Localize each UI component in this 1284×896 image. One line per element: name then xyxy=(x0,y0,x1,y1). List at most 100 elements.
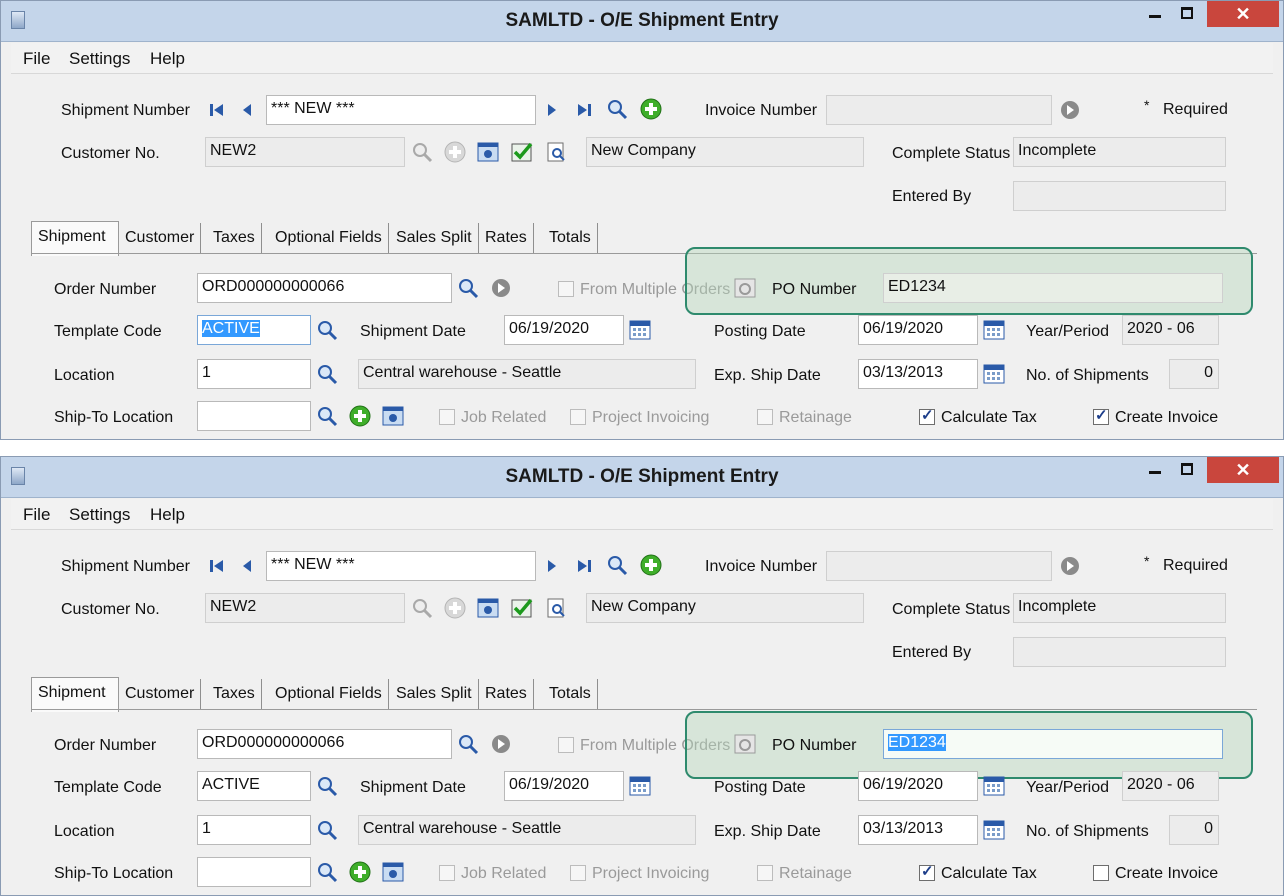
close-button[interactable]: ✕ xyxy=(1207,457,1279,483)
next-record-icon[interactable] xyxy=(541,99,563,121)
location-search-icon[interactable] xyxy=(316,363,338,385)
customer-info-icon[interactable] xyxy=(477,141,499,163)
job-related-checkbox[interactable] xyxy=(439,409,455,425)
ship-to-search-icon[interactable] xyxy=(316,861,338,883)
customer-check-icon[interactable] xyxy=(511,141,533,163)
order-search-icon[interactable] xyxy=(457,733,479,755)
tab-taxes[interactable]: Taxes xyxy=(207,223,262,253)
maximize-button[interactable] xyxy=(1173,457,1201,481)
tab-sales-split[interactable]: Sales Split xyxy=(390,223,479,253)
posting-date-input[interactable]: 06/19/2020 xyxy=(858,315,978,345)
customer-document-icon[interactable] xyxy=(545,141,567,163)
title-bar[interactable]: SAMLTD - O/E Shipment Entry ✕ xyxy=(1,1,1283,42)
exp-ship-date-input[interactable]: 03/13/2013 xyxy=(858,359,978,389)
customer-search-icon[interactable] xyxy=(411,141,433,163)
calendar-icon[interactable] xyxy=(983,319,1005,341)
create-invoice-checkbox[interactable] xyxy=(1093,865,1109,881)
po-number-input[interactable]: ED1234 xyxy=(883,729,1223,759)
tab-totals[interactable]: Totals xyxy=(543,679,598,709)
tab-optional-fields[interactable]: Optional Fields xyxy=(269,679,389,709)
shipment-date-input[interactable]: 06/19/2020 xyxy=(504,315,624,345)
calculate-tax-checkbox[interactable] xyxy=(919,862,935,881)
order-number-input[interactable]: ORD000000000066 xyxy=(197,729,452,759)
customer-add-icon[interactable] xyxy=(444,597,466,619)
search-icon[interactable] xyxy=(606,554,628,576)
previous-record-icon[interactable] xyxy=(236,99,258,121)
tab-taxes[interactable]: Taxes xyxy=(207,679,262,709)
location-input[interactable]: 1 xyxy=(197,359,311,389)
customer-add-icon[interactable] xyxy=(444,141,466,163)
calendar-icon[interactable] xyxy=(629,319,651,341)
menu-file[interactable]: File xyxy=(23,49,50,69)
tab-rates[interactable]: Rates xyxy=(479,679,534,709)
customer-check-icon[interactable] xyxy=(511,597,533,619)
po-zoom-icon[interactable] xyxy=(734,277,756,299)
last-record-icon[interactable] xyxy=(573,99,595,121)
location-search-icon[interactable] xyxy=(316,819,338,841)
shipment-number-input[interactable]: *** NEW *** xyxy=(266,95,536,125)
menu-help[interactable]: Help xyxy=(150,49,185,69)
shipment-number-input[interactable]: *** NEW *** xyxy=(266,551,536,581)
template-search-icon[interactable] xyxy=(316,319,338,341)
order-search-icon[interactable] xyxy=(457,277,479,299)
first-record-icon[interactable] xyxy=(206,555,228,577)
calendar-icon[interactable] xyxy=(629,775,651,797)
last-record-icon[interactable] xyxy=(573,555,595,577)
tab-customer[interactable]: Customer xyxy=(119,679,202,709)
template-search-icon[interactable] xyxy=(316,775,338,797)
customer-info-icon[interactable] xyxy=(477,597,499,619)
ship-to-add-icon[interactable] xyxy=(349,405,371,427)
add-new-icon[interactable] xyxy=(640,98,662,120)
tab-sales-split[interactable]: Sales Split xyxy=(390,679,479,709)
job-related-checkbox[interactable] xyxy=(439,865,455,881)
minimize-button[interactable] xyxy=(1141,457,1169,481)
minimize-button[interactable] xyxy=(1141,1,1169,25)
menu-settings[interactable]: Settings xyxy=(69,49,130,69)
exp-ship-date-input[interactable]: 03/13/2013 xyxy=(858,815,978,845)
ship-to-search-icon[interactable] xyxy=(316,405,338,427)
order-number-input[interactable]: ORD000000000066 xyxy=(197,273,452,303)
calendar-icon[interactable] xyxy=(983,819,1005,841)
previous-record-icon[interactable] xyxy=(236,555,258,577)
template-code-input[interactable]: ACTIVE xyxy=(197,315,311,345)
location-input[interactable]: 1 xyxy=(197,815,311,845)
retainage-checkbox[interactable] xyxy=(757,865,773,881)
go-arrow-icon[interactable] xyxy=(1059,555,1081,577)
from-multiple-orders-checkbox[interactable] xyxy=(558,737,574,753)
maximize-button[interactable] xyxy=(1173,1,1201,25)
next-record-icon[interactable] xyxy=(541,555,563,577)
search-icon[interactable] xyxy=(606,98,628,120)
from-multiple-orders-checkbox[interactable] xyxy=(558,281,574,297)
tab-shipment[interactable]: Shipment xyxy=(31,677,119,712)
tab-totals[interactable]: Totals xyxy=(543,223,598,253)
first-record-icon[interactable] xyxy=(206,99,228,121)
go-arrow-icon[interactable] xyxy=(1059,99,1081,121)
tab-optional-fields[interactable]: Optional Fields xyxy=(269,223,389,253)
ship-to-info-icon[interactable] xyxy=(382,405,404,427)
calendar-icon[interactable] xyxy=(983,363,1005,385)
ship-to-location-input[interactable] xyxy=(197,401,311,431)
tab-rates[interactable]: Rates xyxy=(479,223,534,253)
create-invoice-checkbox[interactable] xyxy=(1093,406,1109,425)
customer-document-icon[interactable] xyxy=(545,597,567,619)
tab-customer[interactable]: Customer xyxy=(119,223,202,253)
posting-date-input[interactable]: 06/19/2020 xyxy=(858,771,978,801)
ship-to-add-icon[interactable] xyxy=(349,861,371,883)
close-button[interactable]: ✕ xyxy=(1207,1,1279,27)
menu-settings[interactable]: Settings xyxy=(69,505,130,525)
ship-to-location-input[interactable] xyxy=(197,857,311,887)
calculate-tax-checkbox[interactable] xyxy=(919,406,935,425)
shipment-date-input[interactable]: 06/19/2020 xyxy=(504,771,624,801)
order-go-icon[interactable] xyxy=(490,733,512,755)
project-invoicing-checkbox[interactable] xyxy=(570,409,586,425)
po-zoom-icon[interactable] xyxy=(734,733,756,755)
template-code-input[interactable]: ACTIVE xyxy=(197,771,311,801)
ship-to-info-icon[interactable] xyxy=(382,861,404,883)
order-go-icon[interactable] xyxy=(490,277,512,299)
retainage-checkbox[interactable] xyxy=(757,409,773,425)
menu-help[interactable]: Help xyxy=(150,505,185,525)
customer-search-icon[interactable] xyxy=(411,597,433,619)
calendar-icon[interactable] xyxy=(983,775,1005,797)
add-new-icon[interactable] xyxy=(640,554,662,576)
menu-file[interactable]: File xyxy=(23,505,50,525)
